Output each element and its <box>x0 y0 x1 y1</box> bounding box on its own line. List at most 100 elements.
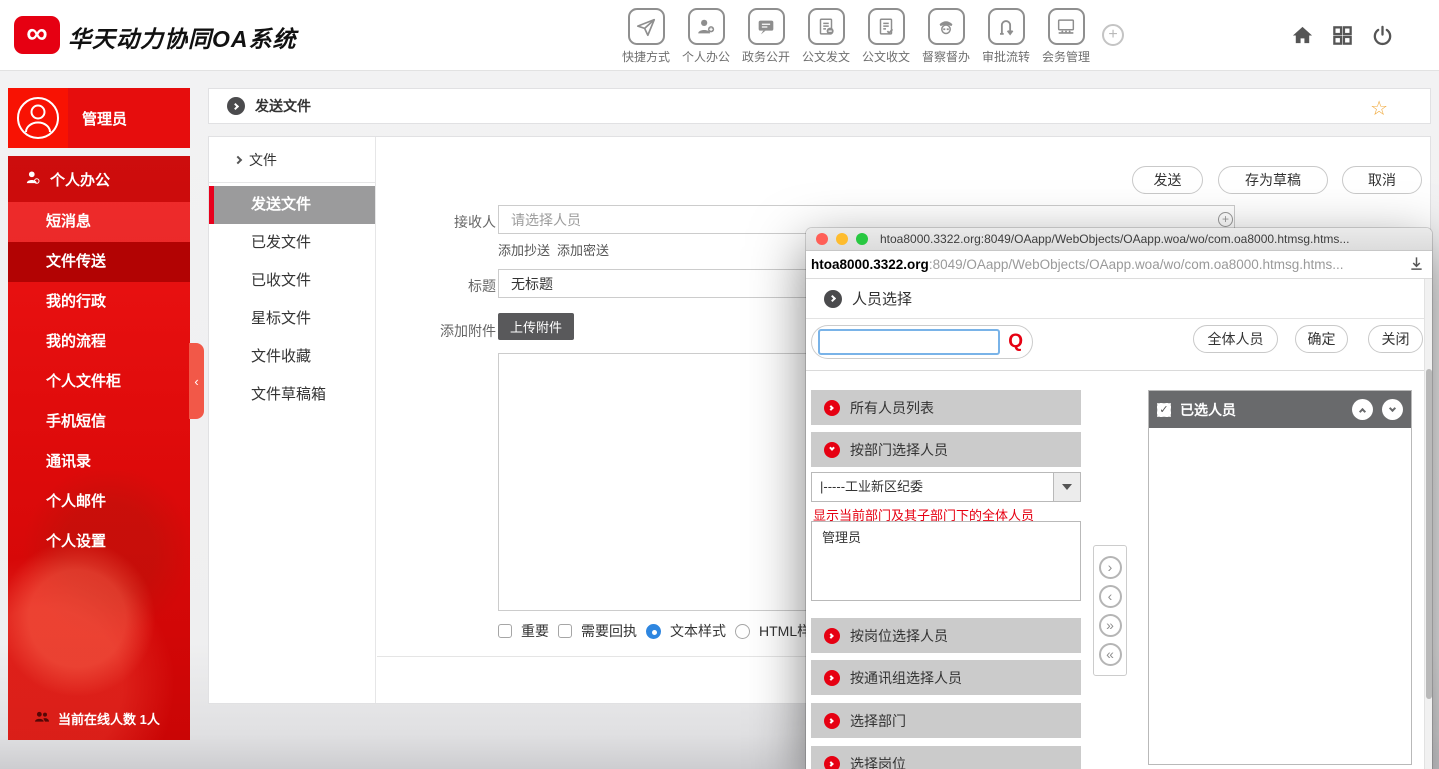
recipient-label: 接收人 <box>431 212 496 232</box>
text-style-radio[interactable] <box>646 624 661 639</box>
download-arrow-icon[interactable] <box>1409 256 1424 274</box>
chevron-down-icon[interactable] <box>1382 399 1403 420</box>
save-draft-button[interactable]: 存为草稿 <box>1218 166 1328 194</box>
cancel-button[interactable]: 取消 <box>1342 166 1422 194</box>
list-item[interactable]: 管理员 <box>822 527 1070 546</box>
move-left-icon[interactable]: ‹ <box>1099 585 1122 608</box>
section-label: 按岗位选择人员 <box>850 626 948 646</box>
close-icon[interactable] <box>816 233 828 245</box>
sidebar-item-short-message[interactable]: 短消息 <box>8 202 190 242</box>
sidebar-item-file-transfer[interactable]: 文件传送 <box>8 242 190 282</box>
breadcrumb: 发送文件 ☆ <box>208 88 1431 124</box>
doc-send-icon <box>808 8 845 45</box>
file-menu-item-drafts[interactable]: 文件草稿箱 <box>209 376 375 414</box>
select-all-checkbox[interactable]: ✓ <box>1157 403 1171 417</box>
nav-item-shortcuts[interactable]: 快捷方式 <box>616 8 676 65</box>
url-host: htoa8000.3322.org <box>811 257 929 272</box>
dropdown-button[interactable] <box>1053 473 1080 501</box>
section-select-department[interactable]: 选择部门 <box>811 703 1081 738</box>
sidebar-item-contacts[interactable]: 通讯录 <box>8 442 190 482</box>
page-title: 发送文件 <box>255 96 311 116</box>
search-input[interactable] <box>818 329 1000 355</box>
add-bcc-link[interactable]: 添加密送 <box>557 240 609 259</box>
file-menu-item-sent[interactable]: 已发文件 <box>209 224 375 262</box>
send-button[interactable]: 发送 <box>1132 166 1203 194</box>
sidebar-collapse-handle[interactable]: ‹ <box>189 343 204 419</box>
file-menu-header-label: 文件 <box>249 150 277 170</box>
section-select-position[interactable]: 选择岗位 <box>811 746 1081 769</box>
section-by-position[interactable]: 按岗位选择人员 <box>811 618 1081 653</box>
file-menu-item-favorites[interactable]: 文件收藏 <box>209 338 375 376</box>
file-menu: 文件 发送文件 已发文件 已收文件 星标文件 文件收藏 文件草稿箱 <box>209 137 376 703</box>
sidebar-item-file-cabinet[interactable]: 个人文件柜 <box>8 362 190 402</box>
selected-personnel-list[interactable] <box>1149 428 1411 764</box>
sidebar-item-my-admin[interactable]: 我的行政 <box>8 282 190 322</box>
nav-item-doc-send[interactable]: 公文发文 <box>796 8 856 65</box>
add-circle-icon[interactable]: + <box>1102 24 1124 46</box>
nav-item-personal-office[interactable]: 个人办公 <box>676 8 736 65</box>
grid-icon[interactable] <box>1331 24 1354 47</box>
scrollbar-thumb[interactable] <box>1426 369 1432 699</box>
popup-url-bar[interactable]: htoa8000.3322.org :8049/OAapp/WebObjects… <box>806 251 1432 279</box>
file-menu-item-starred[interactable]: 星标文件 <box>209 300 375 338</box>
sidebar-item-my-flow[interactable]: 我的流程 <box>8 322 190 362</box>
department-select[interactable]: |-----工业新区纪委 <box>811 472 1081 502</box>
nav-item-meeting[interactable]: 会务管理 <box>1036 8 1096 65</box>
move-all-right-icon[interactable]: » <box>1099 614 1122 637</box>
popup-title: 人员选择 <box>852 288 912 309</box>
popup-scrollbar[interactable] <box>1424 279 1432 769</box>
upload-attachment-button[interactable]: 上传附件 <box>498 313 574 340</box>
nav-item-gov-public[interactable]: 政务公开 <box>736 8 796 65</box>
department-people-list[interactable]: 管理员 <box>811 521 1081 601</box>
chevron-up-icon[interactable] <box>1352 399 1373 420</box>
add-cc-link[interactable]: 添加抄送 <box>498 240 550 259</box>
online-count: 当前在线人数 1人 <box>8 709 190 728</box>
power-icon[interactable] <box>1371 24 1394 47</box>
all-personnel-button[interactable]: 全体人员 <box>1193 325 1278 353</box>
move-all-left-icon[interactable]: « <box>1099 643 1122 666</box>
search-icon[interactable]: Q <box>1008 331 1023 353</box>
selected-personnel-panel: ✓ 已选人员 <box>1148 390 1412 765</box>
nav-item-supervision[interactable]: 督察督办 <box>916 8 976 65</box>
sidebar-item-settings[interactable]: 个人设置 <box>8 522 190 562</box>
section-by-department[interactable]: 按部门选择人员 <box>811 432 1081 467</box>
home-icon[interactable] <box>1291 24 1314 47</box>
paper-plane-icon <box>628 8 665 45</box>
nav-label: 审批流转 <box>976 48 1036 65</box>
file-menu-header[interactable]: 文件 <box>209 137 375 183</box>
app-header: ∞ 华天动力协同OA系统 快捷方式 个人办公 政务公开 公文发文 <box>0 0 1439 70</box>
department-select-value: |-----工业新区纪委 <box>820 479 923 494</box>
transfer-controls: › ‹ » « <box>1093 545 1127 676</box>
file-menu-item-send[interactable]: 发送文件 <box>209 186 375 224</box>
zoom-icon[interactable] <box>856 233 868 245</box>
sidebar-section-personal-office[interactable]: 个人办公 <box>8 156 190 202</box>
system-icons <box>1291 24 1411 47</box>
minimize-icon[interactable] <box>836 233 848 245</box>
nav-label: 会务管理 <box>1036 48 1096 65</box>
sidebar-user-block[interactable]: 管理员 <box>8 88 190 148</box>
html-style-radio[interactable] <box>735 624 750 639</box>
close-button[interactable]: 关闭 <box>1368 325 1423 353</box>
add-recipient-icon[interactable]: + <box>1218 212 1233 227</box>
person-icon <box>24 169 41 190</box>
nav-label: 公文发文 <box>796 48 856 65</box>
important-checkbox[interactable] <box>498 624 512 638</box>
sidebar-menu: 个人办公 短消息 文件传送 我的行政 我的流程 个人文件柜 手机短信 通讯录 个… <box>8 156 190 740</box>
receipt-checkbox[interactable] <box>558 624 572 638</box>
confirm-button[interactable]: 确定 <box>1295 325 1348 353</box>
sidebar-item-personal-mail[interactable]: 个人邮件 <box>8 482 190 522</box>
move-right-icon[interactable]: › <box>1099 556 1122 579</box>
section-all-personnel[interactable]: 所有人员列表 <box>811 390 1081 425</box>
popup-titlebar[interactable]: htoa8000.3322.org:8049/OAapp/WebObjects/… <box>806 228 1432 251</box>
important-label: 重要 <box>521 621 549 641</box>
section-label: 选择岗位 <box>850 754 906 769</box>
attachment-label: 添加附件 <box>418 321 496 341</box>
sidebar-item-mobile-sms[interactable]: 手机短信 <box>8 402 190 442</box>
section-by-group[interactable]: 按通讯组选择人员 <box>811 660 1081 695</box>
nav-item-approval-flow[interactable]: 审批流转 <box>976 8 1036 65</box>
file-menu-item-received[interactable]: 已收文件 <box>209 262 375 300</box>
title-label: 标题 <box>431 276 496 296</box>
app-logo-infinity-icon[interactable]: ∞ <box>14 16 60 54</box>
nav-item-doc-receive[interactable]: 公文收文 <box>856 8 916 65</box>
star-icon[interactable]: ☆ <box>1370 96 1388 121</box>
